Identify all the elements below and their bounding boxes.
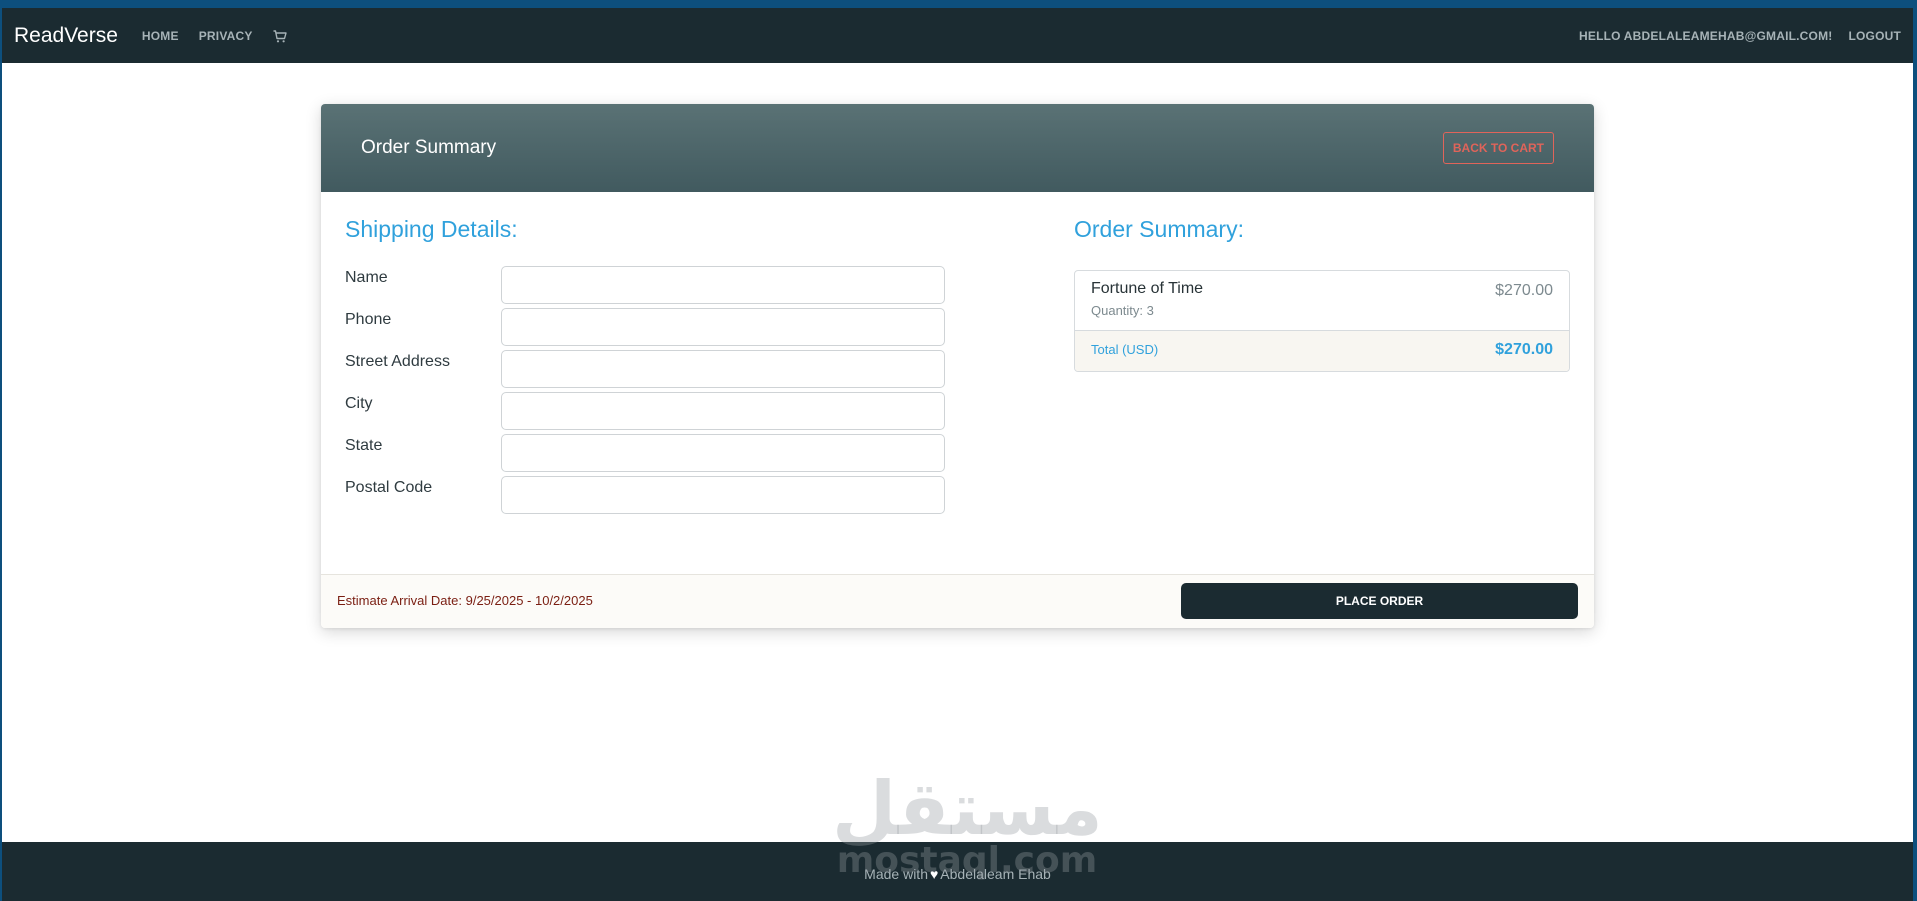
browser-viewport: ReadVerse HOME PRIVACY HELLO ABDELALEAME… (2, 8, 1913, 901)
state-label: State (345, 437, 383, 454)
state-input[interactable] (501, 434, 945, 472)
place-order-button[interactable]: PLACE ORDER (1181, 583, 1578, 619)
cart-icon[interactable] (273, 29, 287, 43)
item-name: Fortune of Time (1091, 280, 1204, 297)
footer-credit: Made with ♥ Abdelaleam Ehab (864, 866, 1051, 882)
page-footer: Made with ♥ Abdelaleam Ehab (2, 842, 1913, 901)
item-price: $270.00 (1495, 282, 1553, 299)
nav-right: HELLO ABDELALEAMEHAB@GMAIL.COM! LOGOUT (1563, 29, 1901, 43)
card-footer: Estimate Arrival Date: 9/25/2025 - 10/2/… (321, 574, 1594, 628)
user-greeting[interactable]: HELLO ABDELALEAMEHAB@GMAIL.COM! (1579, 29, 1832, 43)
card-header: Order Summary BACK TO CART (321, 104, 1594, 192)
logout-link[interactable]: LOGOUT (1848, 29, 1901, 43)
footer-made-with: Made with (864, 865, 928, 882)
phone-label: Phone (345, 311, 392, 328)
list-item: Fortune of Time Quantity: 3 $270.00 (1075, 271, 1569, 331)
order-card: Order Summary BACK TO CART Shipping Deta… (321, 104, 1594, 628)
city-input[interactable] (501, 392, 945, 430)
brand-logo[interactable]: ReadVerse (14, 24, 118, 48)
phone-input[interactable] (501, 308, 945, 346)
cart-icon-glyph (273, 29, 287, 42)
shipping-details-title: Shipping Details: (345, 216, 518, 242)
order-summary-list: Fortune of Time Quantity: 3 $270.00 Tota… (1074, 270, 1570, 372)
street-address-label: Street Address (345, 353, 450, 370)
estimated-arrival-date: Estimate Arrival Date: 9/25/2025 - 10/2/… (337, 593, 593, 608)
order-summary-title: Order Summary: (1074, 216, 1244, 242)
name-label: Name (345, 269, 388, 286)
footer-author: Abdelaleam Ehab (940, 865, 1051, 882)
postal-code-label: Postal Code (345, 479, 433, 496)
street-address-input[interactable] (501, 350, 945, 388)
total-label: Total (USD) (1091, 342, 1159, 357)
postal-code-input[interactable] (501, 476, 945, 514)
watermark-arabic: مستقل (832, 766, 1103, 852)
total-value: $270.00 (1495, 341, 1553, 358)
name-input[interactable] (501, 266, 945, 304)
item-quantity: Quantity: 3 (1091, 303, 1154, 318)
navbar: ReadVerse HOME PRIVACY HELLO ABDELALEAME… (2, 8, 1913, 63)
nav-home[interactable]: HOME (142, 29, 179, 43)
back-to-cart-button[interactable]: BACK TO CART (1442, 132, 1554, 164)
page-title: Order Summary (361, 137, 497, 158)
city-label: City (345, 395, 373, 412)
nav-privacy[interactable]: PRIVACY (199, 29, 253, 43)
heart-icon: ♥ (929, 865, 939, 882)
order-total-row: Total (USD) $270.00 (1075, 331, 1569, 371)
